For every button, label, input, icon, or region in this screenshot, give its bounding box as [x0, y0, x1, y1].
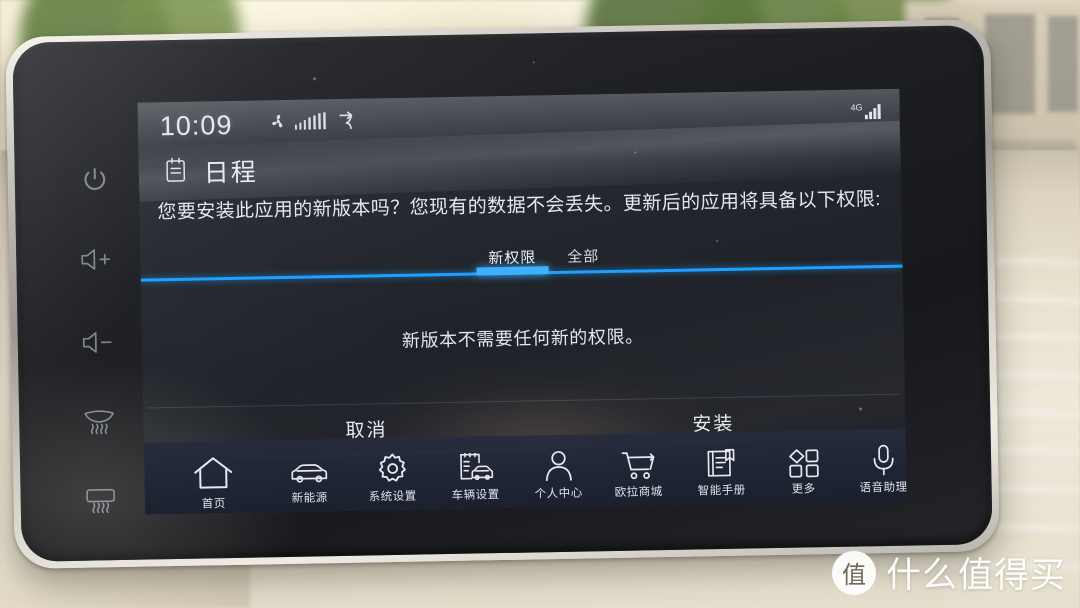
app-header: 日程 [164, 152, 258, 190]
dock-label: 车辆设置 [451, 489, 500, 502]
car-icon [289, 460, 329, 487]
dock-label: 语音助理 [859, 481, 907, 495]
front-defrost-icon [81, 407, 118, 436]
grid-more-icon [787, 448, 819, 478]
dock-item-vehicle-settings[interactable]: 车辆设置 [436, 451, 515, 503]
photo-scene: 10:09 4G 日程 您要安装此应用的新版本吗？您现有的数据不会丢失。更新后的… [0, 0, 1080, 608]
microphone-icon [870, 444, 896, 476]
gear-icon [375, 452, 409, 486]
clock: 10:09 [159, 109, 233, 141]
home-icon [191, 454, 236, 493]
status-bar: 10:09 4G [137, 89, 900, 151]
dock-label: 个人中心 [534, 487, 583, 501]
lcd-screen[interactable]: 10:09 4G 日程 您要安装此应用的新版本吗？您现有的数据不会丢失。更新后的… [137, 88, 907, 515]
dust-speck [532, 61, 535, 64]
person-icon [542, 449, 574, 483]
dock-item-system-settings[interactable]: 系统设置 [353, 451, 432, 504]
network-status-group: 4G [851, 102, 884, 125]
dialog-body-text: 新版本不需要任何新的权限。 [401, 326, 644, 351]
watermark-text: 什么值得买 [885, 556, 1066, 595]
signal-bars-icon [864, 102, 884, 124]
watermark: 值 什么值得买 [831, 547, 1066, 598]
front-defrost-button[interactable] [71, 399, 128, 444]
dock-item-voice-assistant[interactable]: 语音助理 [844, 443, 907, 495]
fan-speed-bars-icon [294, 112, 330, 135]
airflow-direction-icon [337, 111, 359, 135]
install-dialog: 您要安装此应用的新版本吗？您现有的数据不会丢失。更新后的应用将具备以下权限: 新… [139, 187, 906, 459]
volume-down-button[interactable] [69, 320, 126, 365]
manual-book-icon [705, 448, 738, 480]
dialog-body: 新版本不需要任何新的权限。 [141, 267, 905, 407]
dust-speck [312, 77, 317, 81]
vehicle-settings-icon [457, 451, 494, 484]
network-type-label: 4G [850, 102, 863, 113]
dialog-message: 您要安装此应用的新版本吗？您现有的数据不会丢失。更新后的应用将具备以下权限: [157, 189, 882, 224]
hvac-status-group [268, 111, 359, 137]
rear-defrost-icon [82, 486, 119, 515]
dock-label: 智能手册 [697, 484, 746, 498]
page-title: 日程 [203, 158, 259, 188]
dock-item-more[interactable]: 更多 [764, 448, 843, 497]
head-unit: 10:09 4G 日程 您要安装此应用的新版本吗？您现有的数据不会丢失。更新后的… [5, 19, 1000, 569]
dock-label: 系统设置 [368, 490, 417, 504]
power-button[interactable] [66, 157, 123, 202]
building-window [985, 14, 1035, 114]
volume-up-button[interactable] [68, 237, 125, 282]
dock-item-personal-center[interactable]: 个人中心 [519, 448, 598, 501]
volume-down-icon [81, 329, 115, 356]
bottom-dock: 首页 新能源 系统设置 车辆设置 个人中心 欧拉商城 智能手册 更多 语音助理 [143, 428, 907, 515]
dock-item-home[interactable]: 首页 [174, 454, 253, 512]
dock-item-ora-mall[interactable]: 欧拉商城 [599, 450, 678, 500]
building-window [1048, 16, 1078, 112]
dock-item-smart-manual[interactable]: 智能手册 [682, 447, 761, 498]
tab-active-indicator [476, 265, 549, 276]
power-icon [81, 165, 110, 194]
tab-new-permissions[interactable]: 新权限 [488, 246, 536, 268]
bezel-body: 10:09 4G 日程 您要安装此应用的新版本吗？您现有的数据不会丢失。更新后的… [12, 25, 993, 562]
dock-item-new-energy[interactable]: 新能源 [270, 460, 349, 506]
fan-icon [268, 112, 287, 136]
watermark-logo: 值 [831, 550, 876, 595]
dock-label: 更多 [791, 483, 816, 496]
shopping-cart-icon [620, 450, 656, 481]
dock-label: 欧拉商城 [614, 486, 663, 499]
tab-all-permissions[interactable]: 全部 [567, 245, 599, 267]
rear-defrost-button[interactable] [72, 478, 129, 523]
calendar-icon [164, 156, 187, 187]
dock-label: 首页 [201, 498, 226, 511]
dock-label: 新能源 [291, 492, 328, 505]
volume-up-icon [79, 246, 113, 273]
